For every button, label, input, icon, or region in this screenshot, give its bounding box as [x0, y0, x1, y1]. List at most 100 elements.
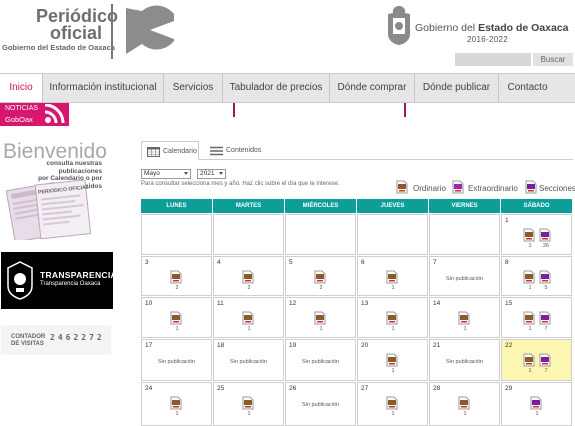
publication-link[interactable]: 26 — [539, 228, 553, 250]
weekday-header: MIÉRCOLES — [285, 199, 356, 213]
calendar-day-cell[interactable]: 52 — [285, 256, 356, 296]
tab-calendario[interactable]: Calendario — [141, 141, 199, 160]
publication-link[interactable]: 1 — [523, 311, 537, 333]
publication-link[interactable]: 1 — [523, 270, 537, 292]
pdf-ordinario-icon — [523, 228, 535, 242]
logo-divider — [111, 4, 113, 59]
nav-servicios[interactable]: Servicios — [164, 74, 222, 102]
pdf-ordinario-icon — [170, 311, 182, 325]
calendar-day-cell[interactable]: 19 Sin publicación — [285, 339, 356, 381]
tab-contenidos-label: Contenidos — [226, 147, 262, 154]
calendar-day-cell[interactable]: 18 Sin publicación — [213, 339, 284, 381]
nav-donde-publicar[interactable]: Dónde publicar — [415, 74, 498, 102]
publication-link[interactable]: 1 — [523, 353, 537, 375]
search-button[interactable]: Buscar — [533, 53, 573, 66]
publication-link[interactable]: 1 — [386, 270, 400, 292]
publication-count: 1 — [528, 326, 532, 332]
newspaper-illustration[interactable]: PERIODICO OFICIAL — [6, 180, 96, 240]
noticias-gobox-badge[interactable]: NOTICIAS GobOax — [0, 103, 69, 126]
calendar-day-cell[interactable]: 28 1 — [429, 382, 500, 426]
nav-tabulador-de-precios[interactable]: Tabulador de precios — [223, 74, 329, 102]
legend-ordinario-label: Ordinario — [413, 184, 446, 193]
publication-link[interactable]: 1 — [523, 228, 537, 250]
publication-link[interactable]: 1 — [386, 311, 400, 333]
publication-link[interactable]: 1 — [386, 396, 400, 418]
pdf-ordinario-icon — [170, 396, 182, 410]
tab-calendario-label: Calendario — [163, 148, 197, 155]
calendar-day-cell[interactable]: 21 Sin publicación — [429, 339, 500, 381]
nav-contacto[interactable]: Contacto — [499, 74, 556, 102]
publication-count: 5 — [544, 285, 548, 291]
weekday-header: VIERNES — [429, 199, 500, 213]
chevron-down-icon — [184, 172, 188, 175]
nav-donde-comprar[interactable]: Dónde comprar — [330, 74, 414, 102]
calendar-day-cell[interactable]: 27 1 — [357, 382, 428, 426]
publication-link[interactable]: 1 — [386, 353, 400, 375]
publication-link[interactable]: 1 — [458, 396, 472, 418]
calendar-day-cell[interactable]: 17 Sin publicación — [141, 339, 212, 381]
publication-link[interactable]: 2 — [242, 270, 256, 292]
calendar-day-cell[interactable]: 15 1 7 — [501, 297, 572, 338]
day-number: 22 — [505, 342, 513, 349]
welcome-sub-line1: consulta nuestras publicaciones — [46, 160, 102, 175]
calendar-day-cell[interactable]: 12 1 — [285, 297, 356, 338]
weekday-header: SÁBADO — [501, 199, 572, 213]
publication-link[interactable]: 1 — [314, 311, 328, 333]
calendar-day-cell[interactable]: 13 1 — [357, 297, 428, 338]
publication-link[interactable]: 1 — [242, 396, 256, 418]
view-tabs: Calendario Contenidos — [141, 141, 573, 160]
day-number: 27 — [361, 385, 369, 392]
publication-link[interactable]: 2 — [170, 270, 184, 292]
calendar-empty-cell — [213, 214, 284, 255]
transparencia-banner[interactable]: TRANSPARENCIA Transparencia Oaxaca — [1, 252, 117, 309]
no-publication-label: Sin publicación — [158, 359, 195, 365]
calendar-day-cell[interactable]: 10 1 — [141, 297, 212, 338]
publication-count: 7 — [544, 326, 548, 332]
publication-link[interactable]: 1 — [170, 396, 184, 418]
calendar-empty-cell — [357, 214, 428, 255]
nav-informacion-institucional[interactable]: Información institucional — [43, 74, 163, 102]
nav-inicio[interactable]: Inicio — [0, 74, 42, 102]
gobierno-oaxaca-name[interactable]: Gobierno del Estado de Oaxaca — [415, 22, 569, 34]
day-number: 21 — [433, 342, 441, 349]
calendar-day-cell[interactable]: 25 1 — [213, 382, 284, 426]
year-select[interactable]: 2021 — [197, 169, 226, 179]
pdf-ordinario-icon — [242, 270, 254, 284]
calendar-day-cell[interactable]: 14 1 — [429, 297, 500, 338]
publication-link[interactable]: 1 — [530, 396, 544, 418]
calendar-day-cell[interactable]: 20 1 — [357, 339, 428, 381]
tab-contenidos[interactable]: Contenidos — [205, 141, 275, 160]
rss-icon — [44, 104, 65, 124]
calendar-day-cell[interactable]: 26 Sin publicación — [285, 382, 356, 426]
publication-link[interactable]: 2 — [314, 270, 328, 292]
pdf-ordinario-icon — [386, 270, 398, 284]
calendar-day-cell[interactable]: 22 1 7 — [501, 339, 572, 381]
gov-name-strong: Estado de Oaxaca — [478, 22, 569, 34]
publication-count: 1 — [535, 411, 539, 417]
calendar-day-cell[interactable]: 61 — [357, 256, 428, 296]
calendar-day-cell[interactable]: 32 — [141, 256, 212, 296]
calendar-day-cell[interactable]: 1 1 26 — [501, 214, 572, 255]
publication-link[interactable]: 1 — [242, 311, 256, 333]
calendar-day-cell[interactable]: 24 1 — [141, 382, 212, 426]
publication-link[interactable]: 7 — [539, 311, 553, 333]
search-input[interactable] — [455, 53, 531, 66]
publication-link[interactable]: 1 — [458, 311, 472, 333]
calendar-day-cell[interactable]: 29 1 — [501, 382, 572, 426]
oaxaca-shield-icon[interactable] — [386, 4, 412, 46]
month-select[interactable]: Mayo — [141, 169, 191, 179]
periodico-oficial-logo-text[interactable]: Periódico oficial — [36, 7, 118, 42]
publication-link[interactable]: 5 — [539, 270, 553, 292]
calendar-day-cell[interactable]: 11 1 — [213, 297, 284, 338]
calendar-day-cell[interactable]: 8 1 5 — [501, 256, 572, 296]
publication-count: 1 — [463, 411, 467, 417]
periodico-logo-icon[interactable] — [120, 4, 174, 58]
list-icon — [210, 146, 223, 156]
calendar-grid: LUNES MARTES MIÉRCOLES JUEVES VIERNES SÁBADO 1… — [141, 199, 573, 426]
calendar-day-cell[interactable]: 7 Sin publicación — [429, 256, 500, 296]
legend-extraordinario-label: Extraordinario — [468, 184, 518, 193]
calendar-day-cell[interactable]: 42 — [213, 256, 284, 296]
publication-link[interactable]: 7 — [539, 353, 553, 375]
publication-link[interactable]: 1 — [170, 311, 184, 333]
pdf-secciones-icon — [539, 228, 551, 242]
